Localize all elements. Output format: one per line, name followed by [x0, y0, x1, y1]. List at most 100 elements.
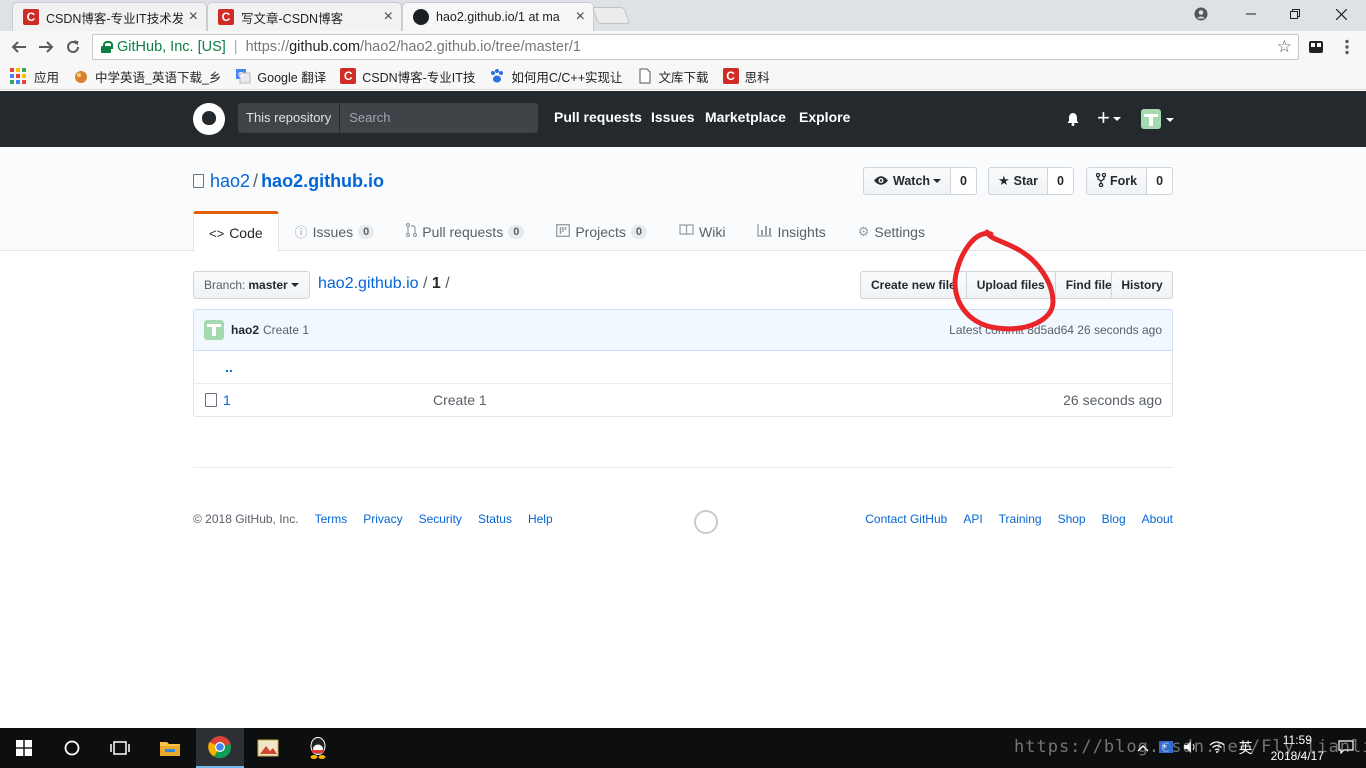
notifications-bell-icon[interactable]	[1066, 112, 1080, 126]
branch-label: Branch:	[204, 278, 246, 292]
tab-issues[interactable]: ⓘ Issues 0	[279, 211, 391, 251]
address-bar[interactable]: GitHub, Inc. [US] | https://github.com/h…	[92, 34, 1299, 60]
nav-explore[interactable]: Explore	[799, 109, 850, 125]
bookmark-english[interactable]: 中学英语_英语下载_乡	[73, 67, 221, 86]
forward-icon[interactable]	[35, 36, 57, 58]
tab-insights[interactable]: Insights	[741, 211, 841, 251]
parent-directory-link[interactable]: ..	[225, 359, 233, 375]
footer-link-api[interactable]: API	[963, 512, 982, 526]
file-explorer-icon[interactable]	[146, 728, 194, 768]
footer-link-terms[interactable]: Terms	[315, 512, 348, 526]
fork-label: Fork	[1110, 174, 1138, 188]
bookmark-label: 思科	[744, 70, 770, 85]
tab-label: Pull requests	[422, 223, 504, 240]
close-window-icon[interactable]	[1318, 0, 1364, 28]
pull-requests-count: 0	[508, 224, 525, 239]
watch-button[interactable]: Watch	[863, 167, 952, 195]
browser-tab-write[interactable]: C 写文章-CSDN博客 ×	[207, 2, 402, 31]
chrome-taskbar-icon[interactable]	[196, 728, 244, 768]
watch-group: Watch 0	[863, 167, 977, 195]
bookmark-label: CSDN博客-专业IT技	[362, 70, 476, 85]
restore-icon[interactable]	[1272, 0, 1318, 28]
extension-icon[interactable]	[1305, 36, 1327, 58]
close-tab-icon[interactable]: ×	[189, 8, 198, 26]
fork-count[interactable]: 0	[1147, 167, 1174, 195]
reload-icon[interactable]	[62, 36, 84, 58]
bookmark-label: 如何用C/C++实现让	[511, 70, 623, 85]
footer-link-contact[interactable]: Contact GitHub	[865, 512, 947, 526]
footer-link-privacy[interactable]: Privacy	[363, 512, 402, 526]
chrome-menu-icon[interactable]	[1336, 36, 1358, 58]
history-button[interactable]: History	[1111, 271, 1173, 299]
file-name-link[interactable]: 1	[223, 392, 433, 408]
footer-link-shop[interactable]: Shop	[1058, 512, 1086, 526]
watch-count[interactable]: 0	[951, 167, 977, 195]
fork-group: Fork 0	[1086, 167, 1174, 195]
close-tab-icon[interactable]: ×	[576, 8, 585, 26]
bookmark-cpp[interactable]: 如何用C/C++实现让	[489, 67, 623, 86]
star-label: Star	[1013, 174, 1038, 188]
tab-title: 写文章-CSDN博客	[241, 11, 344, 26]
title-separator: /	[253, 171, 259, 191]
search-scope-label: This repository	[238, 103, 341, 133]
fork-icon	[1095, 172, 1107, 190]
bookmark-apps[interactable]: 应用	[10, 67, 59, 86]
repo-name-link[interactable]: hao2.github.io	[261, 171, 384, 191]
tab-pull-requests[interactable]: Pull requests 0	[390, 211, 540, 251]
tab-wiki[interactable]: Wiki	[663, 211, 741, 251]
avatar[interactable]	[204, 320, 224, 340]
url-scheme: https://	[245, 39, 290, 55]
star-count[interactable]: 0	[1047, 167, 1074, 195]
nav-marketplace[interactable]: Marketplace	[705, 109, 786, 125]
commit-message[interactable]: Create 1	[263, 323, 309, 337]
new-tab-button[interactable]	[591, 7, 631, 24]
windows-start-icon[interactable]	[0, 728, 48, 768]
footer-link-blog[interactable]: Blog	[1102, 512, 1126, 526]
create-new-file-button[interactable]: Create new file	[860, 271, 967, 299]
repo-owner-link[interactable]: hao2	[210, 171, 250, 191]
file-commit-message[interactable]: Create 1	[433, 392, 487, 408]
upload-files-button[interactable]: Upload files	[965, 271, 1056, 299]
search-icon[interactable]	[48, 728, 96, 768]
browser-tab-csdn[interactable]: C CSDN博客-专业IT技术发 ×	[12, 2, 207, 31]
footer-link-help[interactable]: Help	[528, 512, 553, 526]
csdn-icon: C	[340, 68, 357, 84]
tab-projects[interactable]: Projects 0	[540, 211, 663, 251]
search-input[interactable]: Search	[340, 103, 538, 133]
profile-icon[interactable]	[1178, 0, 1224, 28]
minimize-icon[interactable]	[1228, 0, 1274, 28]
task-view-icon[interactable]	[96, 728, 144, 768]
footer-link-status[interactable]: Status	[478, 512, 512, 526]
tab-code[interactable]: <> Code	[193, 211, 279, 252]
breadcrumb-root-link[interactable]: hao2.github.io	[318, 275, 419, 292]
github-logo-icon[interactable]	[193, 103, 225, 135]
bookmark-csdn[interactable]: C CSDN博客-专业IT技	[340, 67, 475, 86]
create-new-icon[interactable]: +	[1097, 105, 1121, 131]
browser-tab-strip: C CSDN博客-专业IT技术发 × C 写文章-CSDN博客 × hao2.g…	[0, 0, 1366, 31]
branch-select-button[interactable]: Branch: master	[193, 271, 310, 299]
bookmark-cisco[interactable]: C 思科	[722, 67, 770, 86]
commit-author[interactable]: hao2	[231, 323, 259, 337]
tab-settings[interactable]: ⚙ Settings	[842, 211, 941, 251]
issue-icon: ⓘ	[294, 225, 308, 240]
copyright: © 2018 GitHub, Inc.	[193, 512, 299, 526]
footer-link-training[interactable]: Training	[999, 512, 1042, 526]
back-icon[interactable]	[8, 36, 30, 58]
github-mark-icon[interactable]	[694, 510, 718, 534]
qq-icon[interactable]	[294, 728, 342, 768]
nav-issues[interactable]: Issues	[651, 109, 695, 125]
nav-pull-requests[interactable]: Pull requests	[554, 109, 642, 125]
bookmark-google-translate[interactable]: G Google 翻译	[235, 67, 326, 86]
bookmark-wenku[interactable]: 文库下载	[637, 67, 709, 86]
avatar[interactable]	[1141, 109, 1161, 129]
close-tab-icon[interactable]: ×	[384, 8, 393, 26]
commit-sha[interactable]: 8d5ad64	[1027, 323, 1074, 337]
bookmark-star-icon[interactable]: ☆	[1277, 37, 1292, 57]
image-viewer-icon[interactable]	[244, 728, 292, 768]
chevron-down-icon[interactable]	[1166, 118, 1174, 122]
star-button[interactable]: ★ Star	[988, 167, 1048, 195]
browser-tab-github[interactable]: hao2.github.io/1 at ma ×	[402, 2, 594, 31]
footer-link-security[interactable]: Security	[419, 512, 462, 526]
footer-link-about[interactable]: About	[1142, 512, 1173, 526]
fork-button[interactable]: Fork	[1086, 167, 1148, 195]
